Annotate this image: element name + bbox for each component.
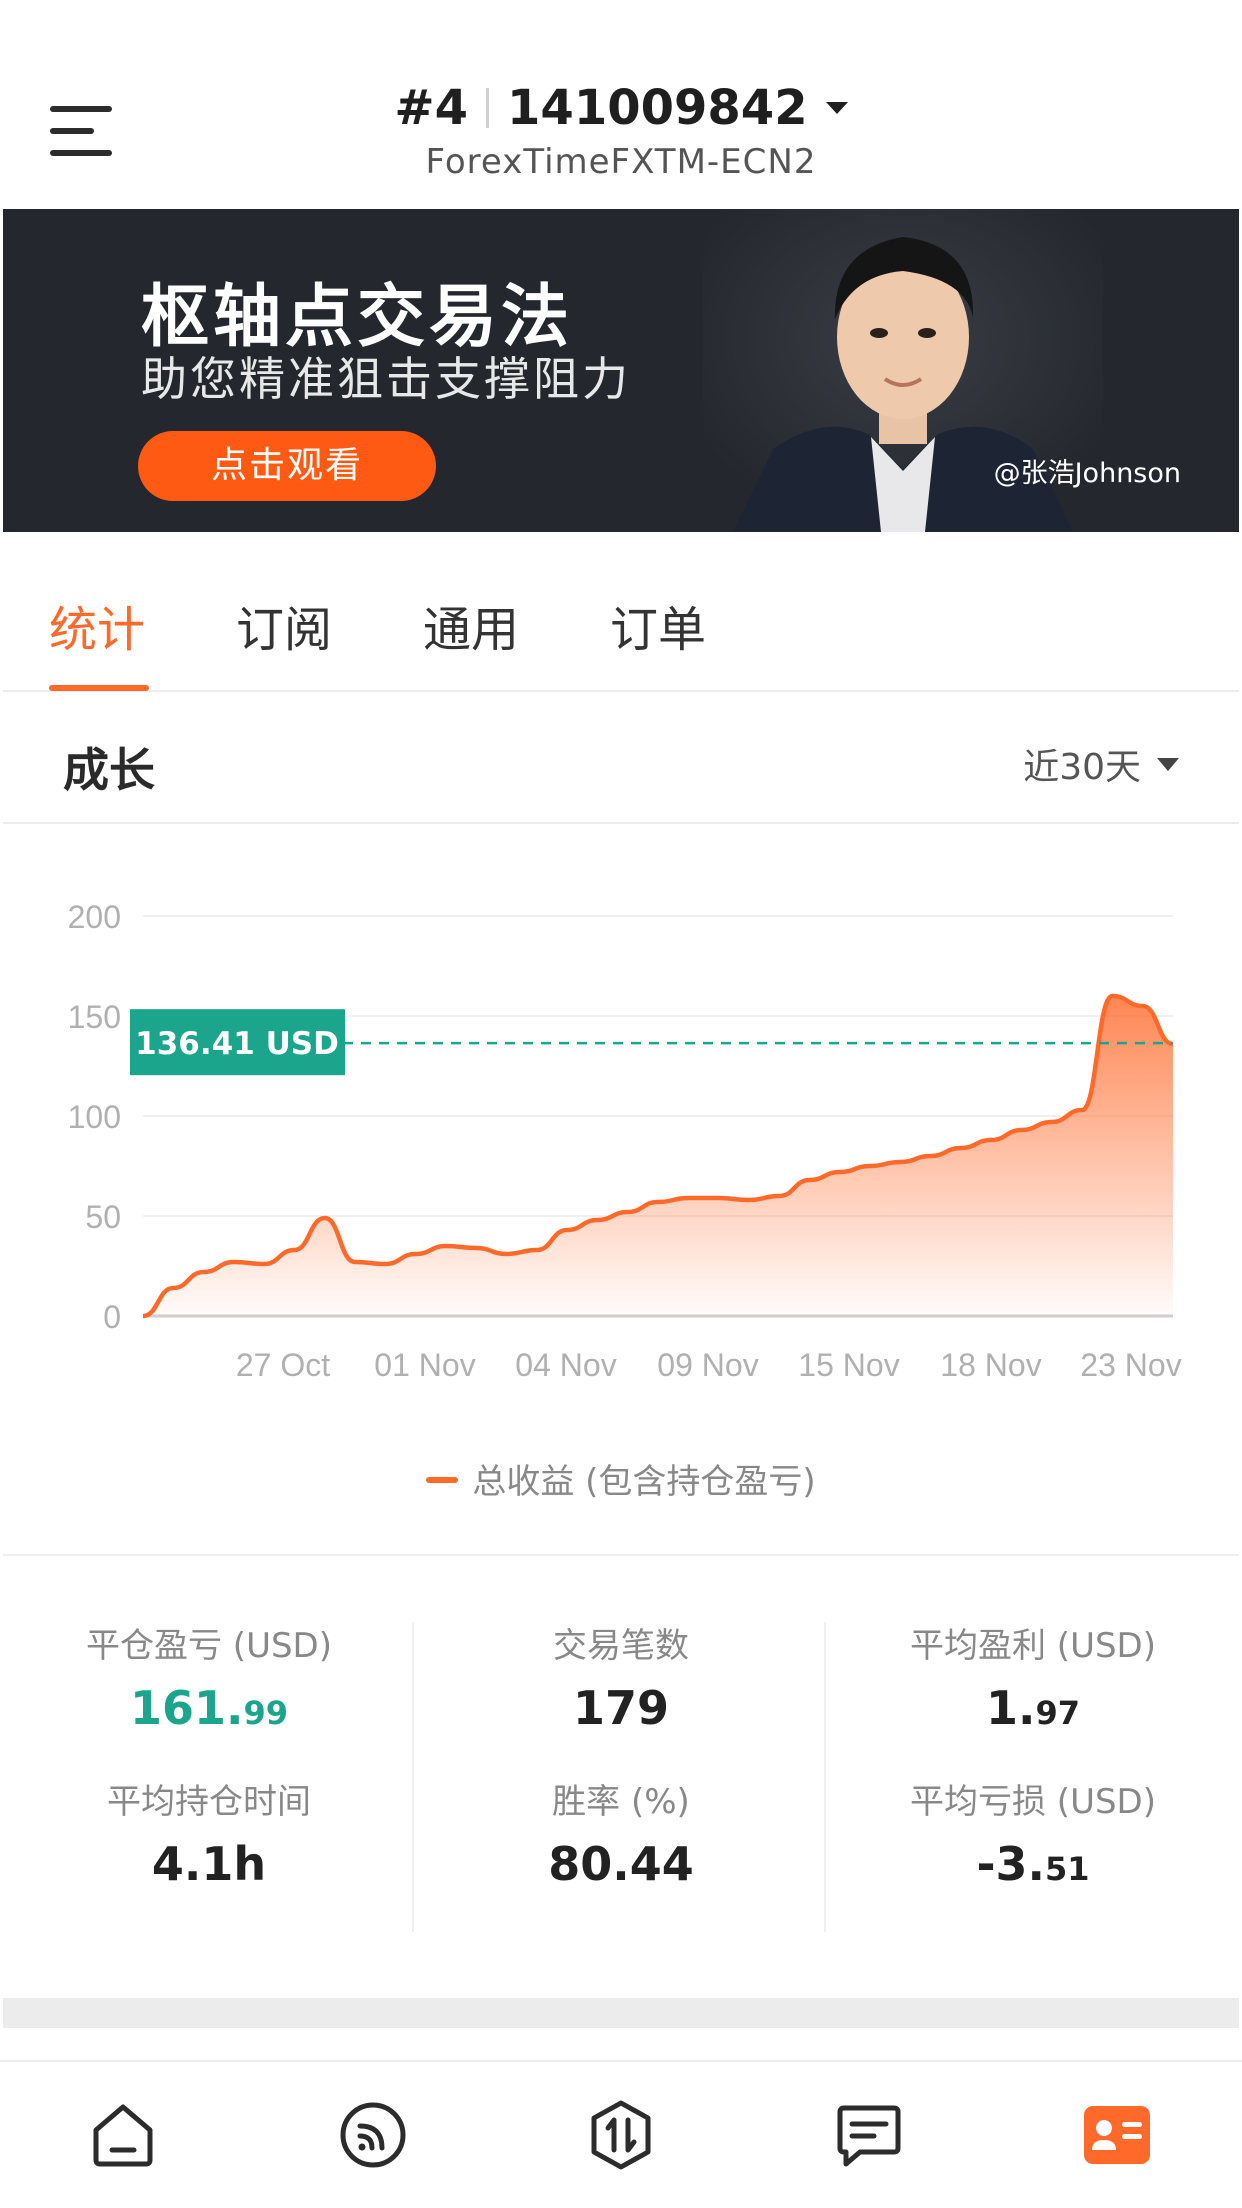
tab-orders[interactable]: 订单: [610, 590, 706, 660]
stat-closed-pl: 平仓盈亏 (USD) 161.99: [3, 1618, 415, 1735]
legend-swatch: [426, 1477, 459, 1483]
stat-value: 80.44: [548, 1837, 694, 1891]
stat-value: -3.51: [827, 1837, 1239, 1891]
stat-value-dec: 97: [1035, 1694, 1080, 1732]
caret-down-icon: [1157, 758, 1179, 771]
stat-value: 179: [572, 1681, 670, 1735]
x-tick-label: 01 Nov: [374, 1347, 475, 1383]
y-tick-label: 150: [68, 999, 121, 1035]
y-tick-label: 50: [85, 1199, 121, 1235]
stat-value-int: 1.: [985, 1681, 1036, 1735]
y-tick-label: 0: [103, 1299, 121, 1335]
stat-label: 平均持仓时间: [107, 1782, 311, 1822]
x-tick-label: 27 Oct: [236, 1347, 330, 1383]
stat-value-dec: 99: [243, 1694, 289, 1732]
promo-banner[interactable]: 枢轴点交易法 助您精准狙击支撑阻力 点击观看 @张浩Johnson: [3, 209, 1239, 532]
growth-section-header: 成长 近30天: [3, 694, 1239, 824]
banner-handle: @张浩Johnson: [993, 458, 1181, 489]
trade-icon[interactable]: [584, 2098, 658, 2172]
app-header: #4 141009842 ForexTimeFXTM-ECN2: [0, 0, 1242, 208]
messages-icon[interactable]: [832, 2098, 906, 2172]
stat-win-rate: 胜率 (%) 80.44: [415, 1774, 827, 1891]
tab-general[interactable]: 通用: [423, 590, 519, 660]
section-title: 成长: [63, 743, 155, 797]
stat-label: 交易笔数: [553, 1626, 689, 1666]
banner-subtitle: 助您精准狙击支撑阻力: [141, 352, 631, 406]
x-tick-label: 09 Nov: [657, 1347, 758, 1383]
range-label: 近30天: [1023, 747, 1141, 788]
legend-label: 总收益 (包含持仓盈亏): [472, 1462, 816, 1502]
bottom-nav: [0, 2060, 1242, 2208]
stat-value: 1.97: [827, 1681, 1239, 1735]
growth-chart: 0 50 100 150 200 27 Oct 01 Nov 04 Nov 09 Nov 15 N…: [3, 826, 1239, 1556]
stat-avg-loss: 平均亏损 (USD) -3.51: [827, 1774, 1239, 1891]
stat-avg-hold: 平均持仓时间 4.1h: [3, 1774, 415, 1891]
stat-value-int: 161.: [129, 1681, 244, 1735]
stat-label: 胜率 (%): [552, 1782, 690, 1822]
tab-subscriptions[interactable]: 订阅: [236, 590, 332, 660]
current-value-label: 136.41 USD: [135, 1026, 339, 1062]
stat-value-dec: 51: [1045, 1850, 1090, 1888]
account-index: #4: [394, 80, 469, 136]
x-tick-label: 15 Nov: [798, 1347, 899, 1383]
stat-value: 161.99: [3, 1681, 415, 1735]
feed-icon[interactable]: [336, 2098, 410, 2172]
growth-chart-svg: 0 50 100 150 200 27 Oct 01 Nov 04 Nov 09 Nov 15 N…: [68, 899, 1182, 1383]
stat-label: 平仓盈亏 (USD): [86, 1626, 332, 1666]
profile-card-icon[interactable]: [1080, 2098, 1154, 2172]
stat-label: 平均亏损 (USD): [910, 1782, 1156, 1822]
active-tab-indicator: [49, 685, 149, 691]
stat-trades: 交易笔数 179: [415, 1618, 827, 1735]
home-icon[interactable]: [86, 2098, 160, 2172]
x-tick-label: 04 Nov: [515, 1347, 616, 1383]
account-number: 141009842: [507, 80, 808, 136]
caret-down-icon: [825, 102, 848, 114]
account-separator: [486, 88, 490, 128]
y-tick-label: 200: [68, 899, 121, 935]
server-name: ForexTimeFXTM-ECN2: [425, 142, 817, 182]
tab-bar: 统计 订阅 通用 订单: [3, 532, 1239, 692]
stat-value-int: -3.: [976, 1837, 1046, 1891]
stats-grid: 平仓盈亏 (USD) 161.99 交易笔数 179 平均盈利 (USD) 1.…: [3, 1560, 1239, 1996]
stat-avg-profit: 平均盈利 (USD) 1.97: [827, 1618, 1239, 1735]
stat-value: 4.1h: [151, 1837, 267, 1891]
stat-label: 平均盈利 (USD): [910, 1626, 1156, 1666]
range-dropdown[interactable]: 近30天: [1023, 738, 1179, 790]
x-tick-label: 18 Nov: [940, 1347, 1041, 1383]
y-tick-label: 100: [68, 1099, 121, 1135]
section-separator: [3, 1998, 1239, 2028]
chart-legend: 总收益 (包含持仓盈亏): [3, 1454, 1239, 1503]
tab-statistics[interactable]: 统计: [49, 590, 145, 660]
watch-button[interactable]: 点击观看: [138, 431, 436, 501]
x-tick-label: 23 Nov: [1080, 1347, 1181, 1383]
account-selector[interactable]: #4 141009842: [0, 80, 1242, 136]
